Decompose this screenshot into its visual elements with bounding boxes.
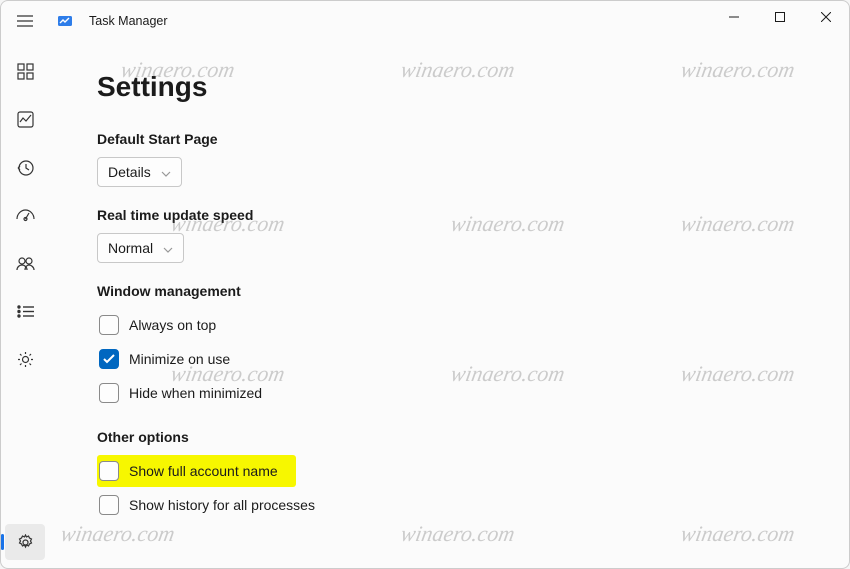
sidebar <box>1 41 49 568</box>
window: Task Manager <box>0 0 850 569</box>
show-history-all-label: Show history for all processes <box>129 497 315 513</box>
minimize-icon <box>729 12 739 22</box>
chevron-down-icon <box>161 164 171 180</box>
page-title: Settings <box>97 71 849 103</box>
minimize-on-use-row: Minimize on use <box>97 343 849 375</box>
sidebar-item-details[interactable] <box>5 293 45 329</box>
titlebar-left: Task Manager <box>1 1 168 41</box>
gear-icon <box>17 534 34 551</box>
other-options-label: Other options <box>97 429 849 445</box>
hide-when-minimized-checkbox[interactable] <box>99 383 119 403</box>
update-speed-label: Real time update speed <box>97 207 849 223</box>
check-icon <box>103 354 115 364</box>
maximize-button[interactable] <box>757 1 803 33</box>
startup-icon <box>16 208 35 223</box>
window-controls <box>711 1 849 33</box>
processes-icon <box>17 63 34 80</box>
show-history-all-checkbox[interactable] <box>99 495 119 515</box>
history-icon <box>17 159 34 176</box>
app-title: Task Manager <box>89 14 168 28</box>
hide-when-minimized-row: Hide when minimized <box>97 377 849 409</box>
minimize-on-use-checkbox[interactable] <box>99 349 119 369</box>
sidebar-item-startup[interactable] <box>5 197 45 233</box>
sidebar-item-processes[interactable] <box>5 53 45 89</box>
content: Settings Default Start Page Details Real… <box>49 41 849 568</box>
hide-when-minimized-label: Hide when minimized <box>129 385 262 401</box>
sidebar-item-settings[interactable] <box>5 524 45 560</box>
window-management-label: Window management <box>97 283 849 299</box>
always-on-top-checkbox[interactable] <box>99 315 119 335</box>
services-icon <box>17 351 34 368</box>
minimize-on-use-label: Minimize on use <box>129 351 230 367</box>
show-full-account-name-label: Show full account name <box>129 463 278 479</box>
always-on-top-label: Always on top <box>129 317 216 333</box>
show-full-account-name-row: Show full account name <box>97 455 296 487</box>
update-speed-value: Normal <box>108 240 153 256</box>
sidebar-item-performance[interactable] <box>5 101 45 137</box>
always-on-top-row: Always on top <box>97 309 849 341</box>
chevron-down-icon <box>163 240 173 256</box>
menu-button[interactable] <box>1 1 49 41</box>
sidebar-item-services[interactable] <box>5 341 45 377</box>
titlebar: Task Manager <box>1 1 849 41</box>
users-icon <box>16 256 35 271</box>
update-speed-select[interactable]: Normal <box>97 233 184 263</box>
default-start-page-label: Default Start Page <box>97 131 849 147</box>
close-icon <box>821 12 831 22</box>
show-history-all-row: Show history for all processes <box>97 489 849 521</box>
body: Settings Default Start Page Details Real… <box>1 41 849 568</box>
app-icon <box>57 13 73 29</box>
show-full-account-name-checkbox[interactable] <box>99 461 119 481</box>
close-button[interactable] <box>803 1 849 33</box>
minimize-button[interactable] <box>711 1 757 33</box>
default-start-page-value: Details <box>108 164 151 180</box>
performance-icon <box>17 111 34 128</box>
maximize-icon <box>775 12 785 22</box>
sidebar-item-users[interactable] <box>5 245 45 281</box>
sidebar-item-app-history[interactable] <box>5 149 45 185</box>
default-start-page-select[interactable]: Details <box>97 157 182 187</box>
details-icon <box>17 305 34 318</box>
hamburger-icon <box>17 15 33 27</box>
